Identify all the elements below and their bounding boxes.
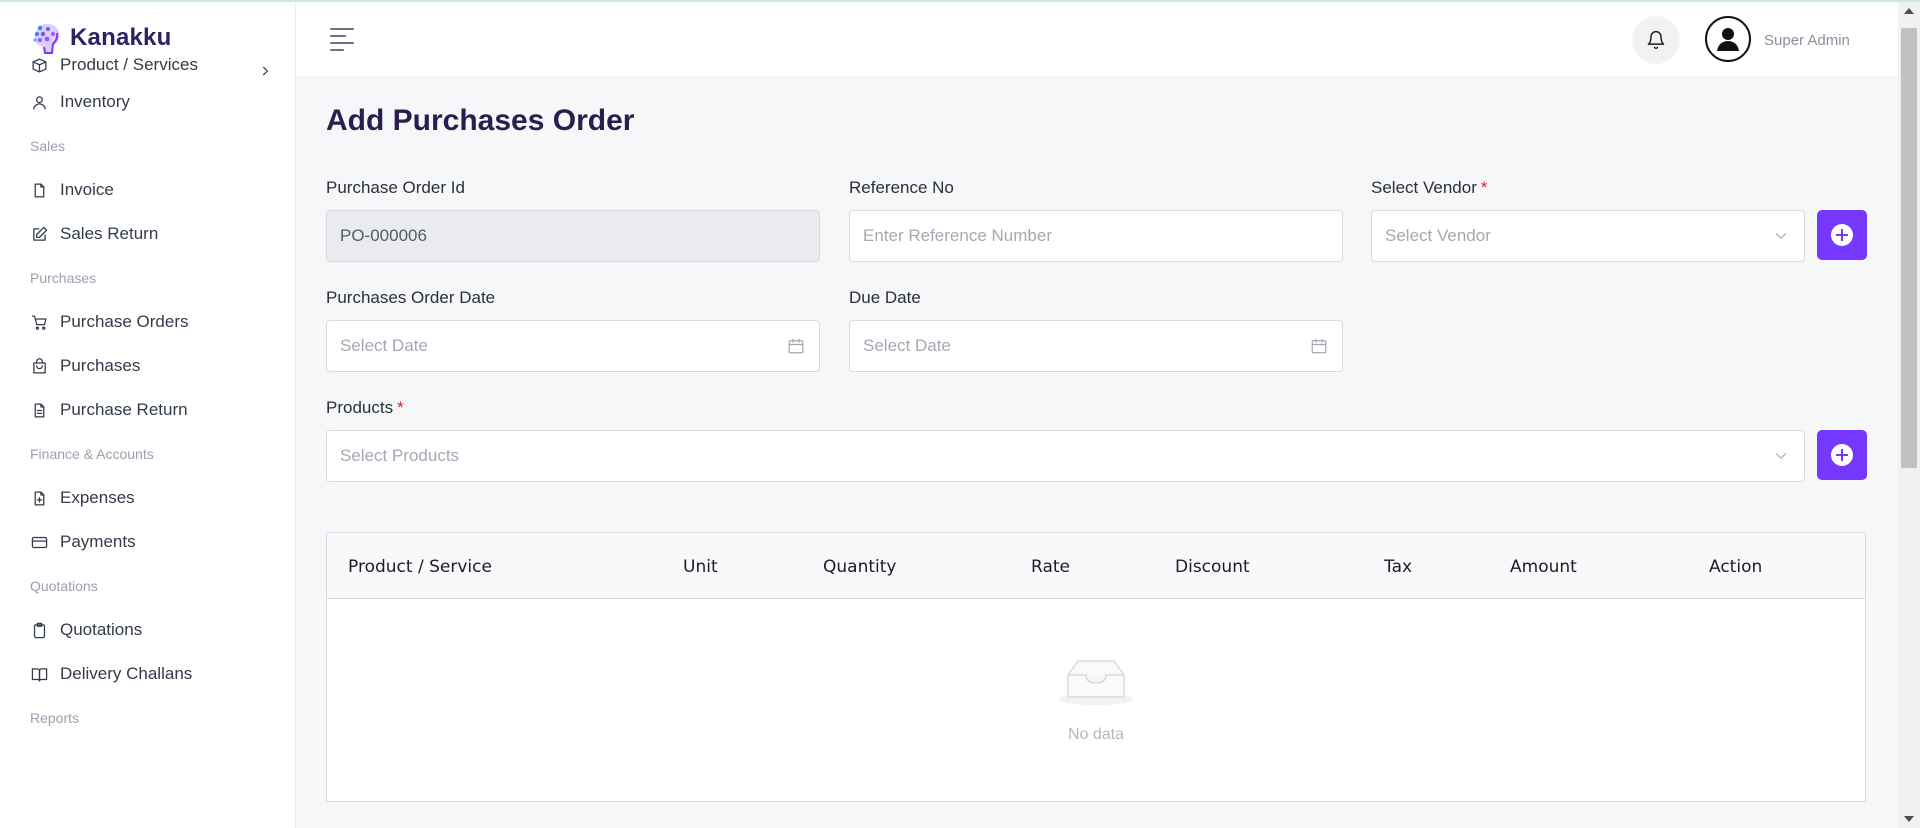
empty-text: No data [1067,726,1125,743]
column-header-discount: Discount [1175,557,1250,577]
sidebar-nav: Product / Services Inventory Sales Invoi… [0,55,295,740]
po-id-label: Purchase Order Id [326,178,465,197]
edit-icon [30,225,48,243]
vendor-select[interactable]: Select Vendor [1371,210,1805,262]
column-header-rate: Rate [1031,557,1070,577]
scroll-down-arrow-icon[interactable] [1904,816,1914,822]
scroll-up-arrow-icon[interactable] [1904,8,1914,14]
cart-icon [30,313,48,331]
user-avatar-icon [1717,28,1739,51]
sidebar-item-inventory[interactable]: Inventory [0,80,295,124]
empty-inbox-icon [1059,660,1133,705]
add-vendor-button[interactable] [1817,210,1867,260]
avatar[interactable] [1705,16,1751,62]
products-label-text: Products [326,398,394,417]
table-header: Product / Service Unit Quantity Rate Dis… [327,533,1865,599]
user-icon [30,93,48,111]
column-header-quantity: Quantity [823,557,897,577]
sidebar-item-purchase-return[interactable]: Purchase Return [0,388,295,432]
file-icon [30,181,48,199]
sidebar-item-product-services[interactable]: Product / Services [0,50,295,80]
po-date-label: Purchases Order Date [326,288,496,307]
sidebar-item-purchases[interactable]: Purchases [0,344,295,388]
calendar-icon [787,337,805,355]
sidebar-section-sales: Sales [30,138,66,154]
sidebar-item-invoice[interactable]: Invoice [0,168,295,212]
sidebar: Kanakku Product / Services Inventory Sal… [0,2,296,828]
file-plus-icon [30,489,48,507]
sidebar-item-label: Product / Services [60,55,198,74]
scroll-thumb[interactable] [1901,28,1917,468]
sidebar-section-finance: Finance & Accounts [30,446,154,462]
box-icon [30,56,48,74]
vendor-placeholder: Select Vendor [1385,226,1491,245]
sidebar-section-reports: Reports [30,710,80,726]
due-date-label: Due Date [849,288,921,307]
plus-circle-icon [1831,224,1853,246]
column-header-amount: Amount [1510,557,1577,577]
sidebar-item-label: Expenses [60,488,135,507]
sidebar-item-expenses[interactable]: Expenses [0,476,295,520]
calendar-icon [1310,337,1328,355]
add-product-button[interactable] [1817,430,1867,480]
reference-placeholder: Enter Reference Number [863,226,1052,245]
top-header: Super Admin [296,2,1898,76]
sidebar-item-delivery-challans[interactable]: Delivery Challans [0,652,295,696]
sidebar-section-purchases: Purchases [30,270,97,286]
due-date-placeholder: Select Date [863,336,951,355]
due-date-picker[interactable]: Select Date [849,320,1343,372]
plus-circle-icon [1831,444,1853,466]
po-date-placeholder: Select Date [340,336,428,355]
chevron-right-icon [258,63,272,77]
menu-toggle-button[interactable] [330,28,354,51]
po-id-field: PO-000006 [326,210,820,262]
reference-label: Reference No [849,178,954,197]
reference-input[interactable]: Enter Reference Number [849,210,1343,262]
bag-icon [30,357,48,375]
po-id-value: PO-000006 [340,226,427,245]
products-label: Products * [326,398,404,418]
book-icon [30,665,48,683]
chevron-down-icon [1772,227,1790,245]
sidebar-item-label: Invoice [60,180,114,199]
required-marker: * [1480,178,1488,197]
app-name: Kanakku [70,24,172,51]
bell-icon [1647,30,1665,50]
sidebar-item-label: Sales Return [60,224,159,243]
sidebar-item-label: Delivery Challans [60,664,193,683]
sidebar-item-quotations[interactable]: Quotations [0,608,295,652]
sidebar-item-label: Quotations [60,620,143,639]
required-marker: * [397,398,404,417]
page-title: Add Purchases Order [326,104,635,137]
sidebar-item-label: Purchase Return [60,400,188,419]
file-text-icon [30,401,48,419]
sidebar-item-label: Purchase Orders [60,312,189,331]
chevron-down-icon [1772,447,1790,465]
notifications-button[interactable] [1632,16,1680,64]
sidebar-item-payments[interactable]: Payments [0,520,295,564]
po-date-picker[interactable]: Select Date [326,320,820,372]
table-empty-state: No data [327,653,1865,744]
sidebar-item-purchase-orders[interactable]: Purchase Orders [0,300,295,344]
column-header-tax: Tax [1384,557,1413,577]
sidebar-item-label: Payments [60,532,136,551]
page-scrollbar[interactable] [1898,2,1920,828]
clipboard-icon [30,621,48,639]
user-name[interactable]: Super Admin [1764,32,1850,49]
sidebar-item-sales-return[interactable]: Sales Return [0,212,295,256]
column-header-action: Action [1709,557,1763,577]
products-placeholder: Select Products [340,446,460,465]
sidebar-item-label: Purchases [60,356,141,375]
column-header-unit: Unit [683,557,718,577]
products-table: Product / Service Unit Quantity Rate Dis… [326,532,1866,802]
products-select[interactable]: Select Products [326,430,1805,482]
sidebar-section-quotations: Quotations [30,578,98,594]
column-header-product: Product / Service [348,557,492,577]
credit-card-icon [30,533,48,551]
vendor-label: Select Vendor * [1371,178,1487,198]
vendor-label-text: Select Vendor [1371,178,1477,197]
sidebar-item-label: Inventory [60,92,130,111]
